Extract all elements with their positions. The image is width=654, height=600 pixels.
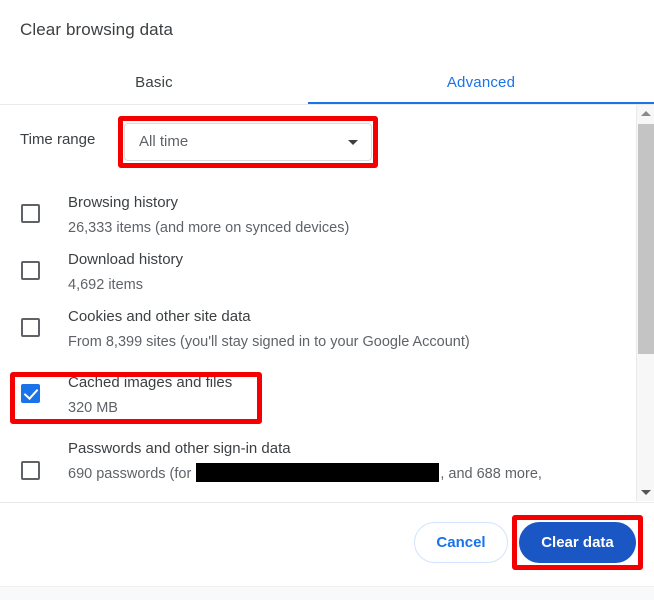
tab-basic[interactable]: Basic [0,60,308,105]
settings-scroll-area: Time range All time Browsing history 26,… [0,105,633,501]
page-title: Clear browsing data [20,20,174,39]
list-item-subtitle: From 8,399 sites (you'll stay signed in … [68,334,470,350]
window-bottom-strip [0,586,654,600]
list-item[interactable]: Passwords and other sign-in data 690 pas… [0,436,633,490]
list-item-text: Download history 4,692 items [68,247,623,298]
caret-up-icon [640,111,651,116]
redaction-bar [196,463,440,482]
list-item-subtitle: 690 passwords (for , and 688 more, [68,462,623,487]
list-item-title: Cookies and other site data [68,308,251,325]
tab-advanced[interactable]: Advanced [308,60,654,105]
scrollbar[interactable] [636,105,654,501]
checkbox-cookies[interactable] [21,318,40,337]
caret-down-icon [640,490,651,495]
checkbox-download-history[interactable] [21,261,40,280]
list-item-title: Download history [68,251,184,268]
list-item-subtitle: 26,333 items (and more on synced devices… [68,220,350,236]
list-item-text: Browsing history 26,333 items (and more … [68,190,623,241]
list-item[interactable]: Cookies and other site data From 8,399 s… [0,304,633,358]
clear-browsing-data-dialog: Clear browsing data Basic Advanced Time … [0,0,654,600]
scrollbar-up-button[interactable] [637,105,654,122]
password-count-text: 690 passwords (for [68,466,196,482]
checkbox-browsing-history[interactable] [21,204,40,223]
clear-data-button[interactable]: Clear data [519,522,636,563]
list-item-subtitle: 4,692 items [68,277,143,293]
cancel-button[interactable]: Cancel [414,522,508,563]
chevron-down-icon [348,140,358,145]
list-item-text: Cached images and files 320 MB [68,370,623,421]
password-more-text: , and 688 more, [440,466,542,482]
checkbox-cached-images[interactable] [21,384,40,403]
time-range-select[interactable]: All time [124,123,372,161]
scrollbar-down-button[interactable] [637,484,654,501]
list-item[interactable]: Cached images and files 320 MB [0,370,633,424]
list-item-text: Passwords and other sign-in data 690 pas… [68,436,623,487]
checkbox-passwords[interactable] [21,461,40,480]
list-item-title: Browsing history [68,194,179,211]
tab-bar: Basic Advanced [0,60,654,105]
list-item-title: Cached images and files [68,374,233,391]
time-range-value: All time [139,133,189,150]
list-item[interactable]: Download history 4,692 items [0,247,633,301]
list-item-title: Passwords and other sign-in data [68,440,291,457]
footer-divider [0,502,654,503]
scrollbar-thumb[interactable] [638,124,654,354]
list-item-subtitle: 320 MB [68,400,118,416]
list-item[interactable]: Browsing history 26,333 items (and more … [0,190,633,244]
list-item-text: Cookies and other site data From 8,399 s… [68,304,623,355]
time-range-label: Time range [20,131,96,148]
